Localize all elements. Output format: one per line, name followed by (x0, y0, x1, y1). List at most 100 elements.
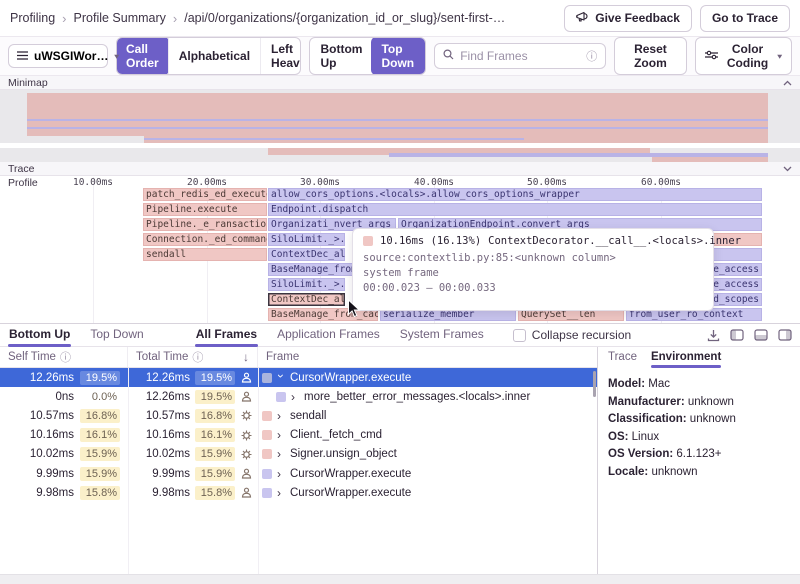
sort-mode-alphabetical[interactable]: Alphabetical (168, 38, 260, 74)
flame-frame[interactable]: Endpoint.dispatch (268, 203, 762, 216)
flame-frame[interactable]: BaseManage_from_c (268, 263, 354, 276)
flame-frame[interactable]: sendall (143, 248, 267, 261)
chevron-right-icon[interactable]: › (277, 486, 285, 500)
flame-frame[interactable]: Pipeline._e_ransaction (143, 218, 267, 231)
info-icon: ⓘ (60, 349, 71, 365)
frame-color-swatch (262, 373, 272, 383)
env-entry: Locale: unknown (608, 464, 790, 482)
hamburger-icon (17, 49, 28, 63)
top-bar: Profiling › Profile Summary › /api/0/org… (0, 0, 800, 36)
tab-bottom-up[interactable]: Bottom Up (8, 324, 71, 346)
frame-name: Client._fetch_cmd (290, 429, 382, 441)
go-to-trace-button[interactable]: Go to Trace (700, 5, 790, 32)
env-entry: OS Version: 6.1.123+ (608, 446, 790, 464)
frame-color-swatch (276, 392, 286, 402)
direction-mode-top-down[interactable]: Top Down (371, 37, 426, 75)
flame-frame[interactable] (706, 248, 762, 261)
table-row[interactable]: 10.57ms16.8%10.57ms16.8%›sendall (0, 406, 597, 425)
collapse-recursion-checkbox[interactable]: Collapse recursion (513, 328, 631, 342)
tooltip-time-range: 00:00.023 — 00:00.033 (363, 282, 703, 294)
frame-color-swatch (262, 449, 272, 459)
chevron-right-icon[interactable]: › (277, 467, 285, 481)
trace-title: Trace (8, 163, 34, 175)
search-input[interactable] (460, 49, 580, 63)
details-tab-trace[interactable]: Trace (608, 351, 637, 367)
total-time-percent: 15.8% (195, 486, 235, 500)
chevron-right-icon[interactable]: › (277, 447, 285, 461)
dock-right-icon[interactable] (778, 329, 792, 341)
minimap-block (144, 138, 524, 140)
table-row[interactable]: 0ns0.0%12.26ms19.5%›more_better_error_me… (0, 387, 597, 406)
total-time-value: 12.26ms (146, 372, 190, 384)
chevron-right-icon[interactable]: › (277, 428, 285, 442)
flame-frame[interactable]: SiloLimit._>.over (268, 278, 345, 291)
export-icon[interactable] (707, 329, 720, 342)
collapse-trace-icon[interactable] (783, 166, 792, 172)
color-coding-button[interactable]: Color Coding ▾ (695, 37, 792, 75)
self-time-column-header[interactable]: Self Time ⓘ (0, 347, 128, 367)
breadcrumb-profiling[interactable]: Profiling (10, 11, 55, 25)
table-row[interactable]: 9.98ms15.8%9.98ms15.8%›CursorWrapper.exe… (0, 483, 597, 502)
ruler-tick: 20.00ms (187, 177, 227, 188)
table-row[interactable]: 12.26ms19.5%12.26ms19.5%›CursorWrapper.e… (0, 368, 597, 387)
give-feedback-button[interactable]: Give Feedback (564, 5, 692, 32)
tab-system-frames[interactable]: System Frames (399, 324, 485, 346)
tab-all-frames[interactable]: All Frames (195, 324, 258, 346)
checkbox-icon[interactable] (513, 329, 526, 342)
info-icon: ⓘ (192, 349, 203, 365)
sort-descending-icon[interactable]: ↓ (243, 350, 249, 364)
flame-frame[interactable]: Connection._ed_command (143, 233, 267, 246)
total-time-percent: 16.8% (195, 409, 235, 423)
flame-frame[interactable]: Pipeline.execute (143, 203, 267, 216)
sort-mode-call-order[interactable]: Call Order (116, 37, 169, 75)
application-frame-icon (240, 371, 253, 384)
minimap-canvas[interactable] (0, 90, 800, 162)
flame-frame[interactable]: ContextDec_als>.i (268, 248, 345, 261)
system-frame-icon (240, 429, 253, 442)
minimap-block (27, 119, 768, 121)
tooltip-frame-type: system frame (363, 267, 703, 279)
find-frames-search[interactable]: ⓘ (434, 43, 606, 69)
table-row[interactable]: 9.99ms15.9%9.99ms15.9%›CursorWrapper.exe… (0, 464, 597, 483)
horizontal-scrollbar-track[interactable] (0, 574, 800, 584)
breadcrumb-transaction[interactable]: /api/0/organizations/{organization_id_or… (184, 11, 505, 25)
flame-frame[interactable]: patch_redis_ed_execute (143, 188, 267, 201)
flame-frame[interactable]: allow_cors_options.<locals>.allow_cors_o… (268, 188, 762, 201)
breadcrumb-profile-summary[interactable]: Profile Summary (74, 11, 166, 25)
total-time-column-header[interactable]: Total Time ⓘ ↓ (128, 347, 258, 367)
color-coding-label: Color Coding (724, 42, 772, 70)
dock-bottom-icon[interactable] (754, 329, 768, 341)
direction-mode-bottom-up[interactable]: Bottom Up (310, 38, 372, 74)
details-tab-environment[interactable]: Environment (651, 351, 721, 367)
application-frame-icon (240, 467, 253, 480)
system-frame-icon (240, 409, 253, 422)
self-time-value: 10.16ms (30, 429, 74, 441)
self-time-value: 12.26ms (30, 372, 74, 384)
frame-column-header[interactable]: Frame (258, 347, 307, 367)
table-row[interactable]: 10.02ms15.9%10.02ms15.9%›Signer.unsign_o… (0, 445, 597, 464)
table-row[interactable]: 10.16ms16.1%10.16ms16.1%›Client._fetch_c… (0, 426, 597, 445)
chevron-right-icon[interactable]: › (291, 390, 299, 404)
flame-frame[interactable]: ContextDec_als>.i (268, 293, 345, 306)
tab-application-frames[interactable]: Application Frames (276, 324, 381, 346)
self-time-percent: 19.5% (80, 371, 120, 385)
flame-frame[interactable]: SiloLimit._>.over (268, 233, 345, 246)
collapse-minimap-icon[interactable] (783, 80, 792, 86)
breadcrumb: Profiling › Profile Summary › /api/0/org… (10, 11, 564, 26)
total-time-value: 9.99ms (152, 468, 190, 480)
dock-left-icon[interactable] (730, 329, 744, 341)
frame-name: CursorWrapper.execute (290, 468, 411, 480)
frame-table: Self Time ⓘ Total Time ⓘ ↓ Frame (0, 347, 598, 574)
application-frame-icon (240, 390, 253, 403)
reset-zoom-button[interactable]: Reset Zoom (614, 37, 686, 75)
chevron-down-icon[interactable]: › (274, 374, 288, 382)
flamegraph-canvas[interactable]: Profile 10.00ms20.00ms30.00ms40.00ms50.0… (0, 177, 800, 323)
frame-color-swatch (262, 488, 272, 498)
thread-selector[interactable]: uWSGIWor… ▾ (8, 44, 108, 68)
sort-mode-left-heavy[interactable]: Left Heavy (260, 38, 301, 74)
chevron-right-icon[interactable]: › (277, 409, 285, 423)
frame-color-swatch (262, 469, 272, 479)
tab-top-down[interactable]: Top Down (89, 324, 144, 346)
vertical-scrollbar[interactable] (593, 371, 596, 397)
total-time-value: 10.02ms (146, 448, 190, 460)
